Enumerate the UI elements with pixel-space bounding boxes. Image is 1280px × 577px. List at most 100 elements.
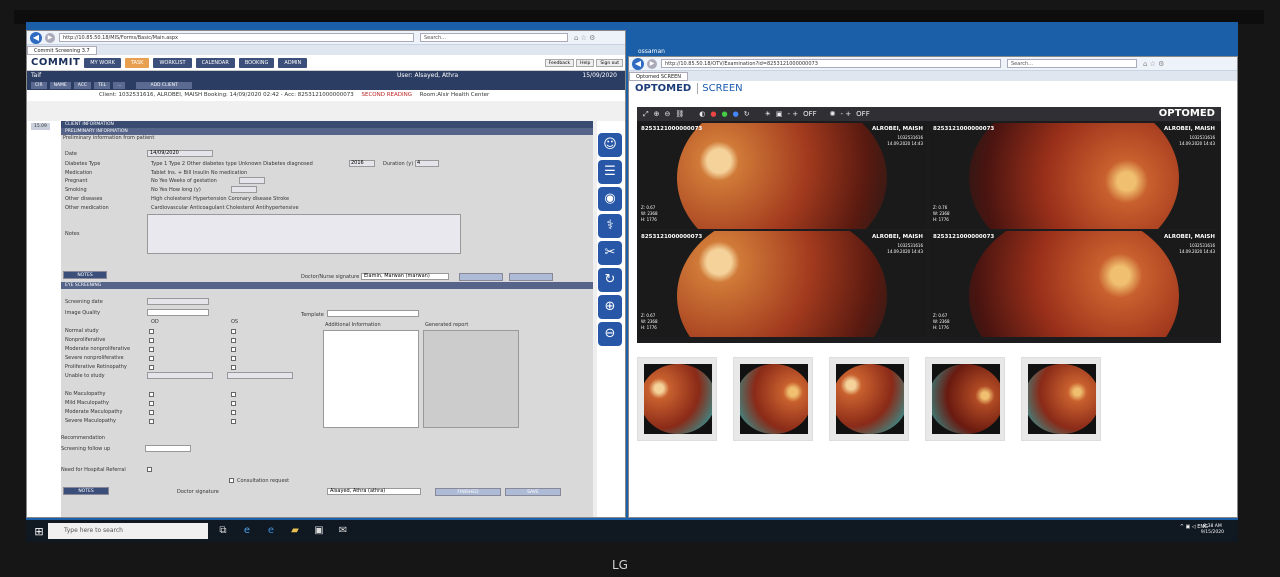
left-url-input[interactable]: http://10.85.50.18/MIS/Forms/Basic/Main.… <box>59 33 414 42</box>
acc-button[interactable]: ACC <box>73 82 92 89</box>
notes-button[interactable]: NOTES <box>63 271 107 279</box>
menu-task[interactable]: TASK <box>124 57 150 68</box>
ie-icon[interactable]: e <box>238 523 256 539</box>
thumbnail-3[interactable] <box>829 357 909 441</box>
unable-od-input[interactable] <box>147 372 213 379</box>
file-explorer-icon[interactable]: ▰ <box>286 523 304 539</box>
viewer-zoom-out-icon[interactable]: ⊖ <box>664 110 670 118</box>
right-back-icon[interactable]: ◀ <box>632 57 644 70</box>
diabetes-type-options[interactable]: Type 1 Type 2 Other diabetes type Unknow… <box>151 161 313 167</box>
feedback-link[interactable]: Feedback <box>544 59 575 67</box>
image-quality-select[interactable] <box>147 309 209 316</box>
followup-select[interactable] <box>145 445 191 452</box>
store-icon[interactable]: ▣ <box>310 523 328 539</box>
doctor-signature-select[interactable]: Alsayed, Athra (athra) <box>327 488 421 495</box>
generated-report-textarea[interactable] <box>423 330 519 428</box>
viewer-zoom-in-icon[interactable]: ⊕ <box>654 110 660 118</box>
os-checkboxes[interactable] <box>231 328 236 373</box>
side-date-label[interactable]: 15.09 <box>31 123 50 130</box>
off-label-2[interactable]: OFF <box>856 110 870 118</box>
menu-booking[interactable]: BOOKING <box>238 57 275 68</box>
patient-icon[interactable]: ☺ <box>598 133 622 157</box>
contrast-icon[interactable]: ◐ <box>699 110 705 118</box>
zoom-in-icon[interactable]: ⊕ <box>598 295 622 319</box>
unable-os-input[interactable] <box>227 372 293 379</box>
list-icon[interactable]: ☰ <box>598 160 622 184</box>
save-button[interactable]: SAVE <box>505 488 561 496</box>
right-tab[interactable]: Optomed SCREEN <box>629 71 689 81</box>
pregnant-options[interactable]: No Yes Weeks of gestation <box>151 178 217 184</box>
green-channel-icon[interactable]: ● <box>721 110 727 118</box>
left-search-input[interactable]: Search... <box>420 33 568 42</box>
referral-checkbox[interactable] <box>147 467 152 472</box>
help-link[interactable]: Help <box>576 59 595 67</box>
zoom-out-icon[interactable]: ⊖ <box>598 322 622 346</box>
red-channel-icon[interactable]: ● <box>710 110 716 118</box>
maculo-os-checkboxes[interactable] <box>231 391 236 427</box>
tel-button[interactable]: TEL <box>94 82 111 89</box>
template-select[interactable] <box>327 310 419 317</box>
menu-my-work[interactable]: MY WORK <box>84 57 121 68</box>
signout-link[interactable]: Sign out <box>596 59 623 67</box>
other-medication-options[interactable]: Cardiovascular Anticoagulant Cholesterol… <box>151 205 299 211</box>
medication-options[interactable]: Tablet Ins. + Bill Insulin No medication <box>151 170 247 176</box>
maculo-od-checkboxes[interactable] <box>149 391 154 427</box>
right-url-input[interactable]: http://10.85.50.18/OTV/Examination?id=82… <box>661 59 1001 68</box>
windows-start-icon[interactable]: ⊞ <box>30 525 48 538</box>
minus-plus-2[interactable]: - + <box>841 110 852 118</box>
left-tab[interactable]: Commit Screening 3.7 <box>27 45 97 55</box>
thumbnail-4[interactable] <box>925 357 1005 441</box>
preliminary-header[interactable]: PRELIMINARY INFORMATION <box>61 128 593 135</box>
date-input[interactable]: 14/09/2020 <box>147 150 213 157</box>
eye-screening-header[interactable]: EYE SCREENING <box>61 282 593 289</box>
finished-button[interactable]: FINISHED <box>435 488 501 496</box>
thumbnail-1[interactable] <box>637 357 717 441</box>
refresh-icon[interactable]: ↻ <box>598 268 622 292</box>
additional-info-textarea[interactable] <box>323 330 419 428</box>
eye-icon[interactable]: ◉ <box>598 187 622 211</box>
image-cell-4[interactable]: 8253121000000073 ALROBEI, MAISH 10325316… <box>929 231 1219 337</box>
gestation-input[interactable] <box>239 177 265 184</box>
more-button[interactable]: ... <box>113 82 126 89</box>
client-info-header[interactable]: CLIENT INFORMATION <box>61 121 593 128</box>
blue-channel-icon[interactable]: ● <box>733 110 739 118</box>
clock[interactable]: 8:38 AM 9/15/2020 <box>1201 524 1224 536</box>
cir-button[interactable]: CIR <box>31 82 47 89</box>
preliminary-save-button[interactable] <box>509 273 553 281</box>
doctor-nurse-select[interactable]: Elamin, Marwan (marwan) <box>361 273 449 280</box>
smoking-years-input[interactable] <box>231 186 257 193</box>
duration-input[interactable]: 4 <box>415 160 439 167</box>
screening-date-input[interactable] <box>147 298 209 305</box>
image-cell-2[interactable]: 8253121000000073 ALROBEI, MAISH 10325316… <box>929 123 1219 229</box>
mail-icon[interactable]: ✉ <box>334 523 352 539</box>
menu-admin[interactable]: ADMIN <box>278 57 308 68</box>
preliminary-finished-button[interactable] <box>459 273 503 281</box>
minus-plus-1[interactable]: - + <box>787 110 798 118</box>
tools-icon[interactable]: ✂ <box>598 241 622 265</box>
off-label-1[interactable]: OFF <box>803 110 817 118</box>
home-icon[interactable]: ⌂ ☆ ⚙ <box>574 34 595 42</box>
menu-calendar[interactable]: CALENDAR <box>195 57 235 68</box>
other-diseases-options[interactable]: High cholesterol Hypertension Coronary d… <box>151 196 289 202</box>
curve-icon[interactable]: ▣ <box>776 110 783 118</box>
od-checkboxes[interactable] <box>149 328 154 373</box>
rotate-icon[interactable]: ↻ <box>744 110 750 118</box>
link-icon[interactable]: ⛓ <box>675 110 684 118</box>
edge-icon[interactable]: e <box>262 523 280 539</box>
thumbnail-2[interactable] <box>733 357 813 441</box>
notes-textarea[interactable] <box>147 214 461 254</box>
eye-notes-button[interactable]: NOTES <box>63 487 109 495</box>
name-button[interactable]: NAME <box>49 82 71 89</box>
back-icon[interactable]: ◀ <box>30 31 42 44</box>
right-forward-icon[interactable]: ▶ <box>647 58 657 69</box>
taskbar-search-input[interactable]: Type here to search <box>48 523 208 539</box>
fullscreen-icon[interactable]: ⤢ <box>643 110 649 119</box>
add-client-button[interactable]: ADD CLIENT <box>136 82 192 89</box>
right-search-input[interactable]: Search... <box>1007 59 1137 68</box>
right-home-icon[interactable]: ⌂ ☆ ⚙ <box>1143 60 1164 68</box>
menu-worklist[interactable]: WORKLIST <box>153 57 192 68</box>
forward-icon[interactable]: ▶ <box>45 32 55 43</box>
smoking-options[interactable]: No Yes How long (y) <box>151 187 201 193</box>
sun-icon[interactable]: ✺ <box>830 110 836 118</box>
consultation-checkbox[interactable] <box>229 478 234 483</box>
